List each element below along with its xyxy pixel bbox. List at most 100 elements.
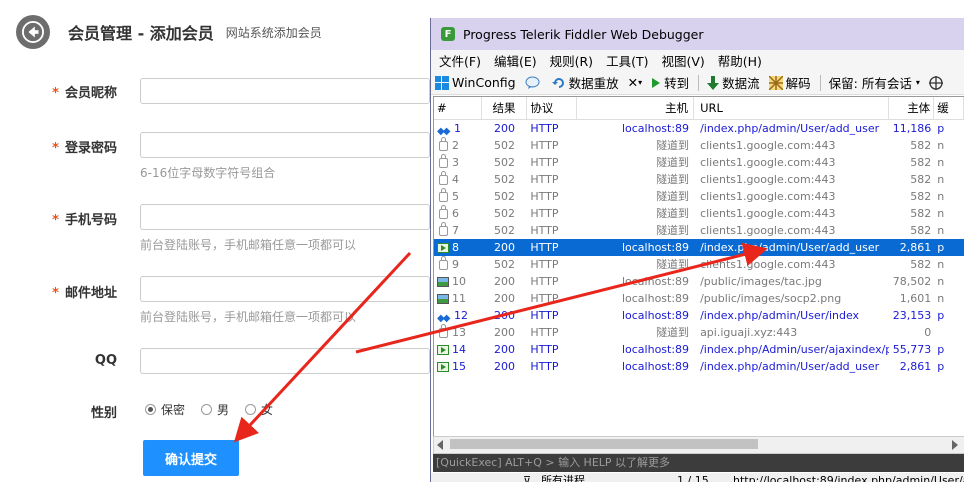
target-button[interactable] bbox=[928, 75, 946, 90]
session-row[interactable]: 7 502 HTTP 隧道到 clients1.google.com:443 582 n bbox=[434, 222, 964, 239]
session-row[interactable]: 14 200 HTTP localhost:89/index.php/Admin/us… bbox=[434, 341, 964, 358]
session-number: ◆◆ 1 bbox=[434, 120, 482, 137]
session-num-text: 11 bbox=[452, 292, 466, 305]
session-row[interactable]: 5 502 HTTP 隧道到 clients1.google.com:443 582 n bbox=[434, 188, 964, 205]
menu-edit[interactable]: 编辑(E) bbox=[494, 51, 537, 70]
go-label: 转到 bbox=[664, 76, 690, 91]
session-protocol: HTTP bbox=[530, 139, 559, 152]
gender-option-male[interactable]: 男 bbox=[201, 401, 229, 418]
session-host: 隧道到 bbox=[656, 173, 690, 186]
session-body-size: 582 bbox=[910, 156, 932, 169]
col-body[interactable]: 主体 bbox=[889, 97, 935, 119]
menu-help[interactable]: 帮助(H) bbox=[718, 51, 762, 70]
session-host: 隧道到 bbox=[656, 190, 690, 203]
decode-icon bbox=[768, 75, 783, 90]
col-host[interactable]: 主机 bbox=[577, 97, 695, 119]
stream-button[interactable]: 数据流 bbox=[707, 73, 760, 92]
session-row[interactable]: 13 200 HTTP 隧道到 api.iguaji.xyz:443 0 bbox=[434, 324, 964, 341]
session-url: /index.php/admin/User/add_user bbox=[700, 122, 880, 135]
phone-input[interactable] bbox=[140, 204, 430, 230]
quickexec-input[interactable]: [QuickExec] ALT+Q > 输入 HELP 以了解更多 bbox=[433, 454, 964, 472]
process-filter-icon: ⊽ bbox=[523, 474, 532, 482]
password-input[interactable] bbox=[140, 132, 430, 158]
session-result: 200 bbox=[493, 326, 515, 339]
menu-view[interactable]: 视图(V) bbox=[661, 51, 704, 70]
scrollbar-thumb[interactable] bbox=[450, 439, 758, 449]
session-protocol: HTTP bbox=[530, 292, 559, 305]
session-row[interactable]: 10 200 HTTP localhost:89/public/images/tac.… bbox=[434, 273, 964, 290]
col-protocol[interactable]: 协议 bbox=[527, 97, 577, 119]
stream-label: 数据流 bbox=[722, 76, 760, 91]
session-url: api.iguaji.xyz:443 bbox=[700, 326, 798, 339]
session-row[interactable]: 2 502 HTTP 隧道到 clients1.google.com:443 582 n bbox=[434, 137, 964, 154]
nickname-input[interactable] bbox=[140, 78, 430, 104]
session-url: clients1.google.com:443 bbox=[700, 173, 836, 186]
comment-icon bbox=[525, 76, 540, 89]
col-cache[interactable]: 缓 bbox=[934, 97, 964, 119]
session-number: 4 bbox=[434, 171, 482, 188]
col-number[interactable]: # bbox=[434, 97, 482, 119]
session-protocol: HTTP bbox=[530, 173, 559, 186]
go-button[interactable]: 转到 bbox=[651, 73, 689, 92]
session-body-size: 582 bbox=[910, 207, 932, 220]
col-result[interactable]: 结果 bbox=[482, 97, 528, 119]
session-row[interactable]: 8 200 HTTP localhost:89/index.php/admin/Use… bbox=[434, 239, 964, 256]
gender-option-secret[interactable]: 保密 bbox=[145, 401, 185, 418]
menu-tools[interactable]: 工具(T) bbox=[606, 51, 648, 70]
gender-radio-group: 保密 男 女 bbox=[145, 401, 289, 418]
session-url: clients1.google.com:443 bbox=[700, 139, 836, 152]
session-result: 502 bbox=[493, 173, 515, 186]
menu-file[interactable]: 文件(F) bbox=[439, 51, 481, 70]
session-host: localhost:89 bbox=[621, 343, 690, 356]
session-cache: n bbox=[937, 190, 945, 203]
session-count: 1 / 15 bbox=[677, 474, 709, 482]
window-title: Progress Telerik Fiddler Web Debugger bbox=[463, 26, 704, 42]
winconfig-button[interactable]: WinConfig bbox=[435, 75, 516, 90]
session-url: clients1.google.com:443 bbox=[700, 224, 836, 237]
session-number: 5 bbox=[434, 188, 482, 205]
session-row[interactable]: 15 200 HTTP localhost:89/index.php/admin/Us… bbox=[434, 358, 964, 375]
phone-label-text: 手机号码 bbox=[64, 213, 117, 228]
col-url[interactable]: URL bbox=[694, 97, 889, 119]
session-row[interactable]: 11 200 HTTP localhost:89/public/images/socp… bbox=[434, 290, 964, 307]
replay-icon bbox=[551, 77, 564, 88]
session-result: 200 bbox=[493, 241, 515, 254]
session-cache: p bbox=[937, 241, 945, 254]
horizontal-scrollbar[interactable] bbox=[433, 436, 964, 454]
session-number: 7 bbox=[434, 222, 482, 239]
page-subtitle: 网站系统添加会员 bbox=[225, 25, 322, 40]
replay-button[interactable]: 数据重放 bbox=[551, 73, 619, 92]
submit-button[interactable]: 确认提交 bbox=[143, 440, 239, 476]
session-url: clients1.google.com:443 bbox=[700, 190, 836, 203]
session-row[interactable]: 3 502 HTTP 隧道到 clients1.google.com:443 582 n bbox=[434, 154, 964, 171]
session-host: 隧道到 bbox=[656, 224, 690, 237]
session-list[interactable]: # 结果 协议 主机 URL 主体 缓 ◆◆ 1 200 HTTP localhost:… bbox=[433, 96, 964, 438]
scroll-right-icon[interactable] bbox=[952, 440, 958, 450]
nickname-label: * 会员昵称 bbox=[0, 82, 117, 101]
comment-button[interactable] bbox=[525, 76, 543, 90]
stream-icon bbox=[707, 75, 720, 90]
session-row[interactable]: 9 502 HTTP 隧道到 clients1.google.com:443 582 n bbox=[434, 256, 964, 273]
session-result: 502 bbox=[493, 207, 515, 220]
session-row[interactable]: ◆◆ 1 200 HTTP localhost:89/index.php/admin/U… bbox=[434, 120, 964, 137]
session-row[interactable]: 4 502 HTTP 隧道到 clients1.google.com:443 582 n bbox=[434, 171, 964, 188]
session-body-size: 55,773 bbox=[892, 343, 932, 356]
remove-button[interactable]: ✕ ▾ bbox=[628, 75, 643, 90]
process-filter[interactable]: 所有进程 bbox=[541, 473, 585, 482]
session-row[interactable]: 6 502 HTTP 隧道到 clients1.google.com:443 582 n bbox=[434, 205, 964, 222]
session-list-header: # 结果 协议 主机 URL 主体 缓 bbox=[434, 97, 964, 120]
session-protocol: HTTP bbox=[530, 122, 559, 135]
gender-option-female[interactable]: 女 bbox=[245, 401, 273, 418]
password-label-text: 登录密码 bbox=[64, 141, 117, 156]
back-button[interactable] bbox=[16, 15, 50, 49]
session-num-text: 13 bbox=[452, 326, 466, 339]
keep-sessions-dropdown[interactable]: 保留: 所有会话 ▾ bbox=[829, 73, 920, 92]
decode-button[interactable]: 解码 bbox=[768, 73, 811, 92]
email-input[interactable] bbox=[140, 276, 430, 302]
session-row[interactable]: ◆◆ 12 200 HTTP localhost:89/index.php/admin/… bbox=[434, 307, 964, 324]
session-num-text: 4 bbox=[452, 173, 459, 186]
qq-input[interactable] bbox=[140, 348, 430, 374]
scroll-left-icon[interactable] bbox=[437, 440, 443, 450]
menu-rules[interactable]: 规则(R) bbox=[550, 51, 593, 70]
session-result: 502 bbox=[493, 258, 515, 271]
